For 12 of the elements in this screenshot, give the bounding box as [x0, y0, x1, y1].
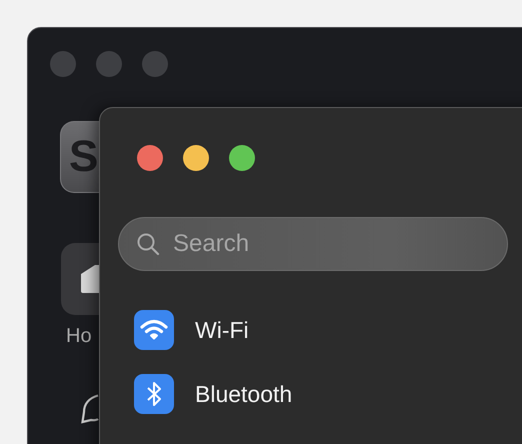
search-icon	[136, 232, 160, 256]
wifi-icon	[134, 310, 174, 350]
home-tile[interactable]	[61, 243, 99, 315]
sidebar-item[interactable]: Wi-Fi	[195, 316, 249, 344]
house-icon	[81, 265, 99, 293]
tile-label: Ho	[66, 325, 92, 348]
sidebar-item[interactable]: Bluetooth	[195, 380, 292, 408]
minimize-button[interactable]	[183, 145, 209, 171]
zoom-button[interactable]	[229, 145, 255, 171]
close-button[interactable]	[137, 145, 163, 171]
bluetooth-icon	[134, 374, 174, 414]
search-field[interactable]: Search	[118, 217, 508, 271]
